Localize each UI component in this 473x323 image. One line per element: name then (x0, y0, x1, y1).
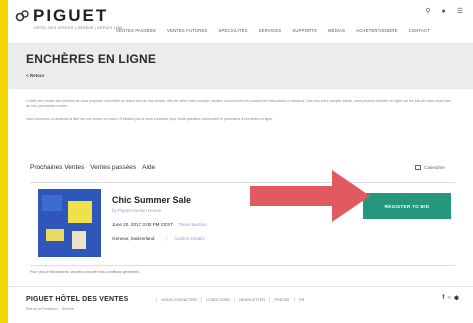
footer-links: | NOUS CONTACTER | CONDITIONS | NEWSLETT… (156, 297, 305, 303)
nav-item[interactable]: ACHETER/VENDRE (356, 28, 397, 33)
nav-item[interactable]: MÉDIAS (328, 28, 345, 33)
intro-paragraph: Vous trouverez ci-dessous la liste de no… (26, 117, 274, 122)
arrow-pointer-icon (250, 170, 370, 222)
sale-subtitle[interactable]: by Piguet Auction House (112, 208, 161, 213)
logo[interactable]: PIGUET (14, 6, 108, 26)
logo-text: PIGUET (33, 6, 109, 25)
social-links: f ○ ✽ (442, 295, 459, 302)
footer-link[interactable]: FR (299, 298, 304, 302)
site-footer: PIGUET HÔTEL DES VENTES Rue de la Fontai… (8, 286, 473, 323)
menu-icon[interactable]: ☰ (457, 8, 463, 16)
footer-link[interactable]: PRESSE (274, 298, 289, 302)
search-icon[interactable]: ⚲ (425, 8, 430, 16)
footer-link[interactable]: CONDITIONS (206, 298, 230, 302)
header-icons: ⚲ ● ☰ (425, 8, 463, 16)
tab-help[interactable]: Aide (142, 164, 155, 171)
facebook-icon[interactable]: f (442, 295, 444, 302)
sale-card: Chic Summer Sale by Piguet Auction House… (30, 182, 455, 266)
twitter-icon[interactable]: ✽ (454, 295, 459, 302)
site-header: PIGUET HÔTEL DES VENTES | GENÈVE | DEPUI… (8, 0, 473, 44)
logo-mark-icon (15, 10, 29, 22)
main-nav: VENTES PASSÉES VENTES FUTURES SPÉCIALITÉ… (116, 28, 430, 33)
footer-subtitle: Rue de la Fontaine 4 · Genève (26, 307, 74, 311)
footer-link[interactable]: NOUS CONTACTER (161, 298, 196, 302)
nav-item[interactable]: SPÉCIALITÉS (218, 28, 247, 33)
footnote: Pour plus d'informations, veuillez consu… (30, 270, 140, 274)
intro-paragraph: L'hôtel des ventes est heureux de vous p… (26, 99, 451, 109)
tab-past-sales[interactable]: Ventes passées (90, 164, 136, 171)
title-band: ENCHÈRES EN LIGNE < Retour (8, 44, 473, 89)
sale-thumbnail[interactable] (38, 189, 101, 257)
page-title: ENCHÈRES EN LIGNE (26, 52, 157, 66)
footer-link[interactable]: NEWSLETTER (239, 298, 265, 302)
nav-item[interactable]: VENTES PASSÉES (116, 28, 156, 33)
nav-item[interactable]: VENTES FUTURES (167, 28, 208, 33)
logo-subtitle: HÔTEL DES VENTES | GENÈVE | DEPUIS 1856 (34, 26, 123, 30)
calendar-link[interactable]: Calendrier (415, 165, 445, 170)
sale-tabs: Prochaines Ventes Ventes passées Aide (30, 164, 155, 171)
auction-details-link[interactable]: Auction Details (174, 236, 205, 241)
footer-title: PIGUET HÔTEL DES VENTES (26, 296, 129, 303)
nav-item[interactable]: CONTACT (409, 28, 430, 33)
calendar-label: Calendrier (424, 165, 445, 170)
nav-item[interactable]: SUPPORTS (292, 28, 317, 33)
instagram-icon[interactable]: ○ (447, 295, 451, 302)
tab-upcoming-sales[interactable]: Prochaines Ventes (30, 164, 84, 171)
sale-date: June 20, 2017 3:00 PM CEST (112, 222, 174, 227)
back-link[interactable]: < Retour (26, 73, 44, 78)
nav-item[interactable]: SERVICES (259, 28, 282, 33)
calendar-icon (415, 165, 422, 170)
sale-title[interactable]: Chic Summer Sale (112, 195, 191, 205)
page: PIGUET HÔTEL DES VENTES | GENÈVE | DEPUI… (8, 0, 473, 323)
sale-type: Timed auction (178, 222, 207, 227)
register-to-bid-button[interactable]: REGISTER TO BID (363, 193, 451, 219)
sale-location: Geneva, Switzerland (112, 236, 155, 241)
separator: | (166, 236, 168, 241)
intro: L'hôtel des ventes est heureux de vous p… (8, 99, 473, 123)
user-icon[interactable]: ● (441, 8, 445, 16)
